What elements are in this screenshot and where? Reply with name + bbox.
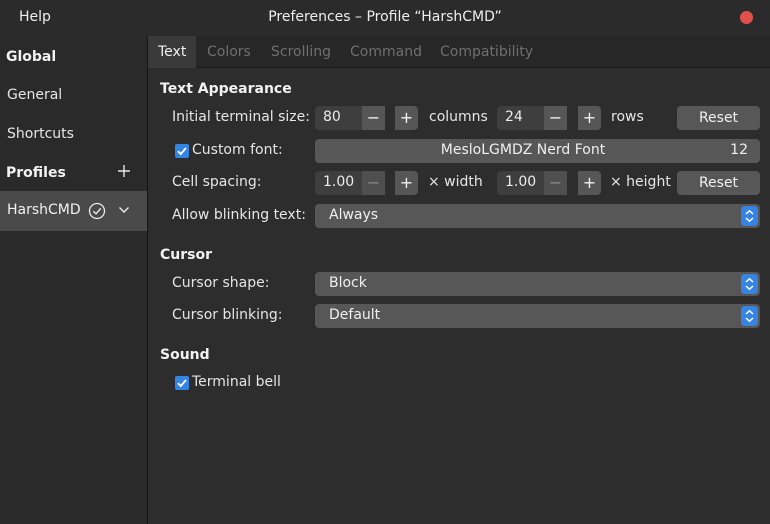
section-heading-cursor: Cursor	[160, 247, 213, 263]
rows-unit-label: rows	[611, 109, 644, 125]
initial-size-label: Initial terminal size:	[172, 109, 310, 125]
profile-label: HarshCMD	[7, 202, 81, 218]
sidebar-item-general[interactable]: General	[7, 87, 62, 103]
sidebar-item-profile[interactable]: HarshCMD	[0, 191, 147, 231]
tab-bar: Text Colors Scrolling Command Compatibil…	[148, 36, 770, 68]
section-heading-text-appearance: Text Appearance	[160, 81, 292, 97]
chevron-down-icon[interactable]	[118, 205, 130, 215]
window-title: Preferences – Profile “HarshCMD”	[268, 9, 502, 25]
font-chooser-button[interactable]: MesloLGMDZ Nerd Font 12	[315, 139, 760, 163]
sidebar-item-shortcuts[interactable]: Shortcuts	[7, 126, 74, 142]
cell-height-input[interactable]: 1.00	[497, 171, 544, 195]
height-unit-label: × height	[610, 174, 671, 190]
tab-compatibility[interactable]: Compatibility	[440, 44, 533, 60]
checkmark-icon	[177, 379, 187, 388]
cell-width-increment-button[interactable]: +	[395, 171, 418, 195]
rows-increment-button[interactable]: +	[578, 106, 601, 130]
cell-width-decrement-button[interactable]: −	[362, 171, 385, 195]
blinking-text-value: Always	[329, 207, 379, 223]
custom-font-checkbox[interactable]	[175, 144, 189, 158]
font-name: MesloLGMDZ Nerd Font	[440, 142, 606, 158]
cursor-blinking-select[interactable]: Default	[315, 304, 760, 328]
checkmark-icon	[177, 147, 187, 156]
rows-input[interactable]: 24	[497, 106, 544, 130]
tab-scrolling[interactable]: Scrolling	[271, 44, 331, 60]
tab-command[interactable]: Command	[350, 44, 422, 60]
columns-increment-button[interactable]: +	[395, 106, 418, 130]
title-bar: Help Preferences – Profile “HarshCMD”	[0, 0, 770, 36]
cursor-blinking-value: Default	[329, 307, 381, 323]
blinking-text-select[interactable]: Always	[315, 204, 760, 228]
cursor-blinking-label: Cursor blinking:	[172, 307, 283, 323]
add-profile-icon[interactable]	[117, 164, 131, 178]
cursor-shape-select[interactable]: Block	[315, 272, 760, 296]
reset-spacing-button[interactable]: Reset	[677, 171, 760, 195]
sidebar-heading-global: Global	[6, 49, 57, 65]
cell-height-increment-button[interactable]: +	[578, 171, 601, 195]
cell-spacing-label: Cell spacing:	[172, 174, 262, 190]
close-window-button[interactable]	[740, 11, 753, 24]
tab-colors[interactable]: Colors	[207, 44, 251, 60]
columns-input[interactable]: 80	[315, 106, 362, 130]
cell-width-input[interactable]: 1.00	[315, 171, 362, 195]
font-size: 12	[730, 142, 748, 158]
reset-size-button[interactable]: Reset	[677, 106, 760, 130]
terminal-bell-checkbox[interactable]	[175, 376, 189, 390]
width-unit-label: × width	[428, 174, 483, 190]
section-heading-sound: Sound	[160, 347, 210, 363]
dropdown-arrows-icon	[741, 274, 758, 294]
terminal-bell-label: Terminal bell	[192, 374, 281, 390]
dropdown-arrows-icon	[741, 306, 758, 326]
rows-decrement-button[interactable]: −	[544, 106, 567, 130]
default-profile-check-icon	[88, 202, 106, 220]
blinking-text-label: Allow blinking text:	[172, 207, 306, 223]
tab-text[interactable]: Text	[148, 36, 197, 68]
cursor-shape-label: Cursor shape:	[172, 275, 270, 291]
sidebar: Global General Shortcuts Profiles HarshC…	[0, 36, 148, 524]
custom-font-label: Custom font:	[192, 142, 283, 158]
cell-height-decrement-button[interactable]: −	[544, 171, 567, 195]
dropdown-arrows-icon	[741, 206, 758, 226]
columns-unit-label: columns	[429, 109, 488, 125]
cursor-shape-value: Block	[329, 275, 367, 291]
columns-decrement-button[interactable]: −	[362, 106, 385, 130]
main-panel: Text Colors Scrolling Command Compatibil…	[148, 36, 770, 524]
sidebar-heading-profiles: Profiles	[6, 165, 66, 181]
